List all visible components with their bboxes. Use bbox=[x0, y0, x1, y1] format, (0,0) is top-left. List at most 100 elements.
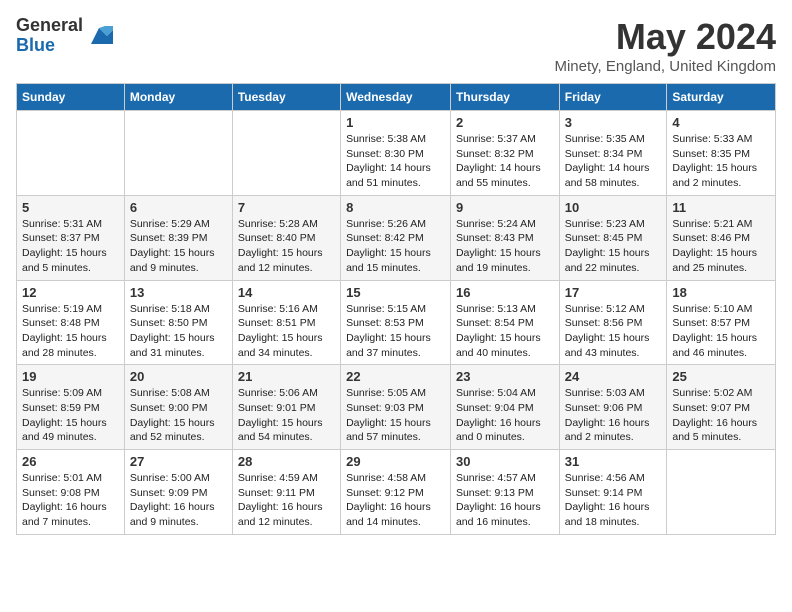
weekday-header-sunday: Sunday bbox=[17, 84, 125, 111]
logo: General Blue bbox=[16, 16, 113, 56]
day-info: Sunrise: 5:21 AM Sunset: 8:46 PM Dayligh… bbox=[672, 217, 770, 276]
weekday-header-friday: Friday bbox=[559, 84, 667, 111]
day-number: 19 bbox=[22, 369, 119, 384]
calendar-day-cell: 8Sunrise: 5:26 AM Sunset: 8:42 PM Daylig… bbox=[341, 195, 451, 280]
day-info: Sunrise: 5:10 AM Sunset: 8:57 PM Dayligh… bbox=[672, 302, 770, 361]
day-number: 29 bbox=[346, 454, 445, 469]
day-number: 7 bbox=[238, 200, 335, 215]
calendar-day-cell: 29 Sunrise: 4:58 AM Sunset: 9:12 PM Dayli… bbox=[341, 450, 451, 535]
day-number: 26 bbox=[22, 454, 119, 469]
calendar-day-cell bbox=[124, 111, 232, 196]
calendar-day-cell: 25Sunrise: 5:02 AM Sunset: 9:07 PM Dayli… bbox=[667, 365, 776, 450]
day-info: Sunrise: 5:05 AM Sunset: 9:03 PM Dayligh… bbox=[346, 386, 445, 445]
weekday-header-tuesday: Tuesday bbox=[232, 84, 340, 111]
day-info: Sunrise: 5:37 AM Sunset: 8:32 PM Dayligh… bbox=[456, 132, 554, 191]
day-number: 11 bbox=[672, 200, 770, 215]
calendar-week-row: 1 Sunrise: 5:38 AM Sunset: 8:30 PM Daylig… bbox=[17, 111, 776, 196]
day-number: 3 bbox=[565, 115, 662, 130]
logo-general: General bbox=[16, 16, 83, 36]
calendar-day-cell: 18 Sunrise: 5:10 AM Sunset: 8:57 PM Dayli… bbox=[667, 280, 776, 365]
day-info: Sunrise: 5:13 AM Sunset: 8:54 PM Dayligh… bbox=[456, 302, 554, 361]
day-info: Sunrise: 5:19 AM Sunset: 8:48 PM Dayligh… bbox=[22, 302, 119, 361]
day-number: 4 bbox=[672, 115, 770, 130]
day-info: Sunrise: 4:58 AM Sunset: 9:12 PM Dayligh… bbox=[346, 471, 445, 530]
day-info: Sunrise: 5:15 AM Sunset: 8:53 PM Dayligh… bbox=[346, 302, 445, 361]
weekday-header-row: SundayMondayTuesdayWednesdayThursdayFrid… bbox=[17, 84, 776, 111]
calendar-day-cell: 4 Sunrise: 5:33 AM Sunset: 8:35 PM Daylig… bbox=[667, 111, 776, 196]
day-number: 31 bbox=[565, 454, 662, 469]
day-info: Sunrise: 5:06 AM Sunset: 9:01 PM Dayligh… bbox=[238, 386, 335, 445]
calendar-day-cell: 26 Sunrise: 5:01 AM Sunset: 9:08 PM Dayli… bbox=[17, 450, 125, 535]
location-text: Minety, England, United Kingdom bbox=[554, 58, 776, 75]
calendar-week-row: 12 Sunrise: 5:19 AM Sunset: 8:48 PM Dayli… bbox=[17, 280, 776, 365]
page-header: General Blue May 2024 Minety, England, U… bbox=[16, 16, 776, 75]
day-info: Sunrise: 5:33 AM Sunset: 8:35 PM Dayligh… bbox=[672, 132, 770, 191]
day-number: 30 bbox=[456, 454, 554, 469]
day-number: 2 bbox=[456, 115, 554, 130]
day-number: 14 bbox=[238, 285, 335, 300]
day-info: Sunrise: 5:16 AM Sunset: 8:51 PM Dayligh… bbox=[238, 302, 335, 361]
day-info: Sunrise: 5:18 AM Sunset: 8:50 PM Dayligh… bbox=[130, 302, 227, 361]
day-info: Sunrise: 5:01 AM Sunset: 9:08 PM Dayligh… bbox=[22, 471, 119, 530]
month-year-title: May 2024 bbox=[554, 16, 776, 58]
calendar-week-row: 26 Sunrise: 5:01 AM Sunset: 9:08 PM Dayli… bbox=[17, 450, 776, 535]
calendar-day-cell: 13 Sunrise: 5:18 AM Sunset: 8:50 PM Dayli… bbox=[124, 280, 232, 365]
calendar-day-cell: 30 Sunrise: 4:57 AM Sunset: 9:13 PM Dayli… bbox=[450, 450, 559, 535]
calendar-day-cell: 12 Sunrise: 5:19 AM Sunset: 8:48 PM Dayli… bbox=[17, 280, 125, 365]
day-number: 28 bbox=[238, 454, 335, 469]
day-info: Sunrise: 5:31 AM Sunset: 8:37 PM Dayligh… bbox=[22, 217, 119, 276]
calendar-day-cell: 21Sunrise: 5:06 AM Sunset: 9:01 PM Dayli… bbox=[232, 365, 340, 450]
day-number: 10 bbox=[565, 200, 662, 215]
calendar-day-cell: 16 Sunrise: 5:13 AM Sunset: 8:54 PM Dayli… bbox=[450, 280, 559, 365]
day-number: 20 bbox=[130, 369, 227, 384]
weekday-header-wednesday: Wednesday bbox=[341, 84, 451, 111]
calendar-day-cell bbox=[667, 450, 776, 535]
day-number: 18 bbox=[672, 285, 770, 300]
day-number: 27 bbox=[130, 454, 227, 469]
day-info: Sunrise: 4:57 AM Sunset: 9:13 PM Dayligh… bbox=[456, 471, 554, 530]
day-number: 13 bbox=[130, 285, 227, 300]
day-number: 6 bbox=[130, 200, 227, 215]
calendar-day-cell: 23Sunrise: 5:04 AM Sunset: 9:04 PM Dayli… bbox=[450, 365, 559, 450]
weekday-header-monday: Monday bbox=[124, 84, 232, 111]
day-number: 15 bbox=[346, 285, 445, 300]
calendar-day-cell: 20 Sunrise: 5:08 AM Sunset: 9:00 PM Dayli… bbox=[124, 365, 232, 450]
calendar-day-cell: 15 Sunrise: 5:15 AM Sunset: 8:53 PM Dayli… bbox=[341, 280, 451, 365]
calendar-day-cell: 6 Sunrise: 5:29 AM Sunset: 8:39 PM Daylig… bbox=[124, 195, 232, 280]
calendar-day-cell: 10 Sunrise: 5:23 AM Sunset: 8:45 PM Dayli… bbox=[559, 195, 667, 280]
calendar-day-cell: 31Sunrise: 4:56 AM Sunset: 9:14 PM Dayli… bbox=[559, 450, 667, 535]
weekday-header-thursday: Thursday bbox=[450, 84, 559, 111]
day-number: 9 bbox=[456, 200, 554, 215]
day-info: Sunrise: 5:02 AM Sunset: 9:07 PM Dayligh… bbox=[672, 386, 770, 445]
calendar-day-cell: 24Sunrise: 5:03 AM Sunset: 9:06 PM Dayli… bbox=[559, 365, 667, 450]
calendar-day-cell: 11 Sunrise: 5:21 AM Sunset: 8:46 PM Dayli… bbox=[667, 195, 776, 280]
calendar-day-cell bbox=[232, 111, 340, 196]
calendar-day-cell: 27Sunrise: 5:00 AM Sunset: 9:09 PM Dayli… bbox=[124, 450, 232, 535]
day-number: 16 bbox=[456, 285, 554, 300]
day-info: Sunrise: 5:12 AM Sunset: 8:56 PM Dayligh… bbox=[565, 302, 662, 361]
calendar-day-cell: 17 Sunrise: 5:12 AM Sunset: 8:56 PM Dayli… bbox=[559, 280, 667, 365]
calendar-day-cell: 5Sunrise: 5:31 AM Sunset: 8:37 PM Daylig… bbox=[17, 195, 125, 280]
day-info: Sunrise: 5:04 AM Sunset: 9:04 PM Dayligh… bbox=[456, 386, 554, 445]
day-info: Sunrise: 5:29 AM Sunset: 8:39 PM Dayligh… bbox=[130, 217, 227, 276]
day-number: 17 bbox=[565, 285, 662, 300]
calendar-day-cell bbox=[17, 111, 125, 196]
calendar-header: SundayMondayTuesdayWednesdayThursdayFrid… bbox=[17, 84, 776, 111]
calendar-day-cell: 28 Sunrise: 4:59 AM Sunset: 9:11 PM Dayli… bbox=[232, 450, 340, 535]
calendar-day-cell: 22Sunrise: 5:05 AM Sunset: 9:03 PM Dayli… bbox=[341, 365, 451, 450]
day-info: Sunrise: 5:28 AM Sunset: 8:40 PM Dayligh… bbox=[238, 217, 335, 276]
day-info: Sunrise: 4:59 AM Sunset: 9:11 PM Dayligh… bbox=[238, 471, 335, 530]
day-number: 24 bbox=[565, 369, 662, 384]
day-info: Sunrise: 5:35 AM Sunset: 8:34 PM Dayligh… bbox=[565, 132, 662, 191]
day-info: Sunrise: 5:24 AM Sunset: 8:43 PM Dayligh… bbox=[456, 217, 554, 276]
calendar-day-cell: 19Sunrise: 5:09 AM Sunset: 8:59 PM Dayli… bbox=[17, 365, 125, 450]
day-info: Sunrise: 5:38 AM Sunset: 8:30 PM Dayligh… bbox=[346, 132, 445, 191]
day-info: Sunrise: 5:23 AM Sunset: 8:45 PM Dayligh… bbox=[565, 217, 662, 276]
day-number: 1 bbox=[346, 115, 445, 130]
calendar-day-cell: 14 Sunrise: 5:16 AM Sunset: 8:51 PM Dayli… bbox=[232, 280, 340, 365]
calendar-day-cell: 7 Sunrise: 5:28 AM Sunset: 8:40 PM Daylig… bbox=[232, 195, 340, 280]
day-number: 12 bbox=[22, 285, 119, 300]
day-info: Sunrise: 5:26 AM Sunset: 8:42 PM Dayligh… bbox=[346, 217, 445, 276]
calendar-table: SundayMondayTuesdayWednesdayThursdayFrid… bbox=[16, 83, 776, 535]
day-info: Sunrise: 5:08 AM Sunset: 9:00 PM Dayligh… bbox=[130, 386, 227, 445]
